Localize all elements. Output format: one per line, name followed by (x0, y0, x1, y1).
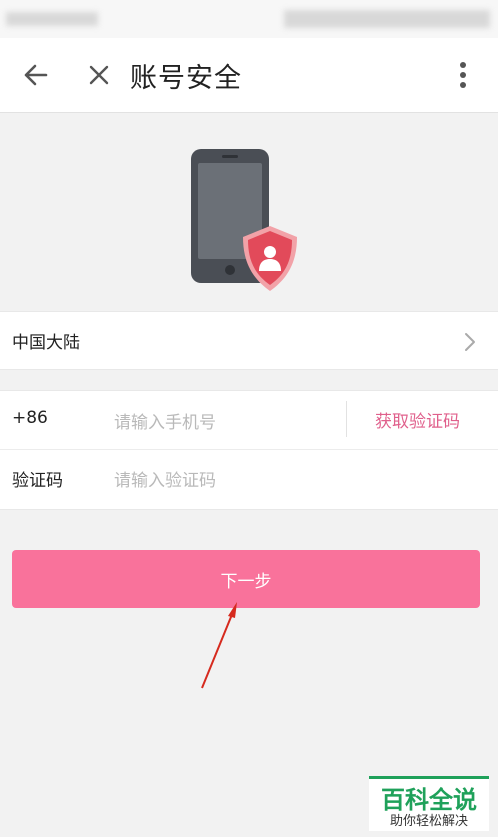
status-left-blur (6, 12, 98, 26)
status-bar (0, 0, 498, 38)
phone-input[interactable]: 请输入手机号 (114, 408, 216, 433)
close-icon[interactable] (84, 60, 114, 90)
top-nav-bar: 账号安全 (0, 38, 498, 113)
annotation-arrow (201, 602, 237, 689)
watermark-logo: 百科全说 助你轻松解决 (369, 776, 489, 831)
verify-code-input[interactable]: 请输入验证码 (114, 466, 216, 491)
login-form: +86 请输入手机号 获取验证码 验证码 请输入验证码 (0, 390, 498, 510)
more-options-icon[interactable] (450, 58, 476, 92)
country-code[interactable]: +86 (12, 408, 48, 428)
region-label: 中国大陆 (12, 333, 80, 353)
form-divider (0, 449, 498, 450)
status-right-blur (284, 10, 490, 28)
verify-code-label: 验证码 (12, 471, 63, 491)
get-code-button[interactable]: 获取验证码 (375, 407, 460, 432)
phone-shield-icon (191, 149, 297, 291)
watermark-subtitle: 助你轻松解决 (389, 814, 468, 829)
input-separator (346, 401, 347, 437)
page-title: 账号安全 (130, 63, 242, 94)
security-illustration (0, 113, 498, 310)
region-selector[interactable]: 中国大陆 (0, 311, 498, 370)
back-arrow-icon[interactable] (18, 60, 52, 90)
chevron-right-icon (464, 332, 476, 356)
